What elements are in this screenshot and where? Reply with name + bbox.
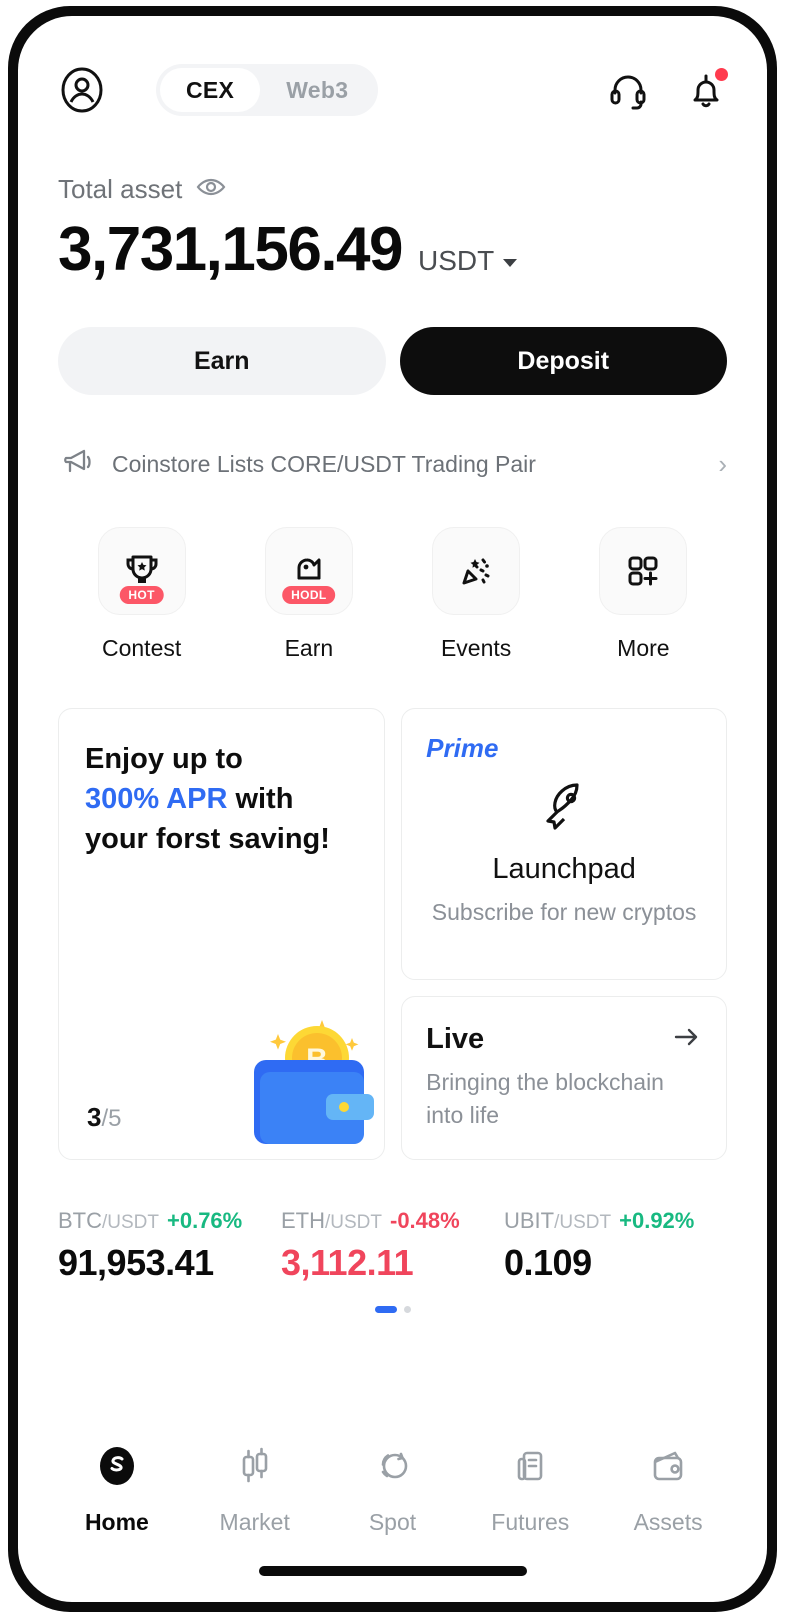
ticker-quote: /USDT — [554, 1212, 612, 1233]
quick-action-label: Earn — [284, 635, 334, 661]
home-indicator — [258, 1566, 527, 1576]
quick-action-more[interactable]: More — [560, 527, 727, 662]
chevron-down-icon — [503, 258, 518, 267]
user-circle-icon[interactable] — [58, 66, 106, 114]
carousel-counter: 3/5 — [87, 1102, 121, 1133]
quick-action-label: More — [617, 635, 670, 661]
app-header: CEX Web3 — [58, 16, 728, 138]
launchpad-title: Launchpad — [492, 853, 636, 885]
document-icon — [506, 1442, 554, 1495]
bell-icon[interactable] — [685, 68, 728, 111]
savings-line-1: Enjoy up to — [85, 743, 243, 775]
badge-hodl: HODL — [282, 586, 336, 604]
primary-actions: Earn Deposit — [58, 327, 727, 395]
home-logo-icon — [93, 1442, 141, 1495]
ticker-price: 3,112.11 — [281, 1242, 414, 1283]
quick-actions: HOT Contest HODL Earn Events More — [58, 527, 727, 662]
live-subtitle: Bringing the blockchain into life — [426, 1069, 664, 1128]
swap-circles-icon — [368, 1442, 416, 1495]
headset-icon[interactable] — [607, 69, 649, 111]
badge-hot: HOT — [119, 586, 164, 604]
phone-screen: CEX Web3 Total asset 3,731,156.49 USDT E… — [18, 16, 767, 1602]
carousel-total: /5 — [101, 1105, 122, 1132]
megaphone-icon — [58, 447, 94, 482]
chevron-right-icon: › — [718, 448, 727, 479]
launchpad-subtitle: Subscribe for new cryptos — [431, 899, 697, 925]
launchpad-card[interactable]: Prime Launchpad Subscribe for new crypto… — [401, 708, 727, 980]
nav-item-home[interactable]: Home — [48, 1442, 186, 1536]
savings-highlight: 300% APR — [85, 783, 228, 816]
pagination-dot-active[interactable] — [374, 1306, 397, 1313]
nav-item-assets[interactable]: Assets — [599, 1442, 737, 1536]
savings-line-3: your forst saving! — [85, 823, 330, 856]
total-asset-block: Total asset 3,731,156.49 USDT — [58, 174, 727, 281]
quick-action-earn[interactable]: HODL Earn — [225, 527, 392, 662]
ticker-quote: /USDT — [325, 1212, 382, 1233]
tab-web3[interactable]: Web3 — [260, 68, 374, 112]
promo-section: Enjoy up to 300% APR with your forst sav… — [58, 708, 727, 1160]
nav-label: Futures — [491, 1509, 570, 1535]
tab-cex[interactable]: CEX — [160, 68, 261, 112]
ticker-price: 0.109 — [504, 1242, 592, 1283]
live-title: Live — [426, 1023, 485, 1055]
currency-label: USDT — [418, 245, 495, 276]
quick-action-label: Events — [440, 635, 512, 661]
ticker-change: +0.92% — [619, 1208, 695, 1233]
ticker-base: BTC — [58, 1208, 102, 1233]
announcement-text: Coinstore Lists CORE/USDT Trading Pair — [112, 450, 536, 477]
carousel-current: 3 — [87, 1102, 102, 1132]
ticker-base: ETH — [281, 1208, 325, 1233]
ticker-pagination — [58, 1306, 727, 1313]
earn-button[interactable]: Earn — [58, 327, 386, 395]
quick-action-events[interactable]: Events — [393, 527, 560, 662]
ticker-row: BTC /USDT +0.76% 91,953.41 ETH /USDT -0.… — [58, 1208, 727, 1284]
ticker-quote: /USDT — [102, 1212, 159, 1233]
nav-label: Home — [84, 1509, 149, 1535]
party-popper-icon — [432, 527, 521, 615]
trophy-icon: HOT — [97, 527, 186, 615]
savings-promo-card[interactable]: Enjoy up to 300% APR with your forst sav… — [58, 708, 386, 1160]
nav-item-spot[interactable]: Spot — [324, 1442, 462, 1536]
nav-item-futures[interactable]: Futures — [461, 1442, 599, 1536]
bottom-navigation: Home Market Spot Futures Assets — [18, 1442, 767, 1536]
quick-action-contest[interactable]: HOT Contest — [58, 527, 225, 662]
wallet-bitcoin-icon: B — [186, 976, 376, 1151]
ticker-change: -0.48% — [390, 1208, 460, 1233]
total-asset-amount: 3,731,156.49 — [58, 215, 404, 284]
ticker-ubit[interactable]: UBIT /USDT +0.92% 0.109 — [504, 1208, 727, 1284]
prime-tag: Prime — [426, 733, 702, 764]
deposit-button[interactable]: Deposit — [399, 327, 727, 395]
pagination-dot[interactable] — [403, 1306, 411, 1313]
savings-line-2-rest: with — [227, 783, 294, 816]
quick-action-label: Contest — [101, 635, 182, 661]
candlestick-icon — [231, 1442, 279, 1495]
rocket-icon — [426, 774, 702, 841]
ticker-price: 91,953.41 — [58, 1242, 214, 1283]
ticker-change: +0.76% — [167, 1208, 243, 1233]
nav-label: Market — [219, 1509, 290, 1535]
cex-web3-toggle[interactable]: CEX Web3 — [156, 64, 379, 116]
arrow-right-icon — [672, 1025, 702, 1054]
grid-plus-icon — [599, 527, 688, 615]
ticker-base: UBIT — [504, 1208, 555, 1233]
live-card[interactable]: Live Bringing the blockchain into life — [401, 996, 727, 1160]
nav-item-market[interactable]: Market — [186, 1442, 324, 1536]
eye-icon[interactable] — [196, 176, 226, 203]
ticker-btc[interactable]: BTC /USDT +0.76% 91,953.41 — [58, 1208, 281, 1284]
notification-badge-dot — [715, 68, 728, 81]
wallet-icon — [644, 1442, 692, 1495]
phone-frame: CEX Web3 Total asset 3,731,156.49 USDT E… — [8, 6, 777, 1612]
nav-label: Assets — [633, 1509, 703, 1535]
total-asset-label: Total asset — [58, 174, 183, 204]
announcement-bar[interactable]: Coinstore Lists CORE/USDT Trading Pair › — [58, 441, 727, 487]
ticker-eth[interactable]: ETH /USDT -0.48% 3,112.11 — [281, 1208, 504, 1284]
piggy-bank-icon: HODL — [264, 527, 353, 615]
nav-label: Spot — [368, 1509, 417, 1535]
currency-selector[interactable]: USDT — [418, 245, 518, 277]
